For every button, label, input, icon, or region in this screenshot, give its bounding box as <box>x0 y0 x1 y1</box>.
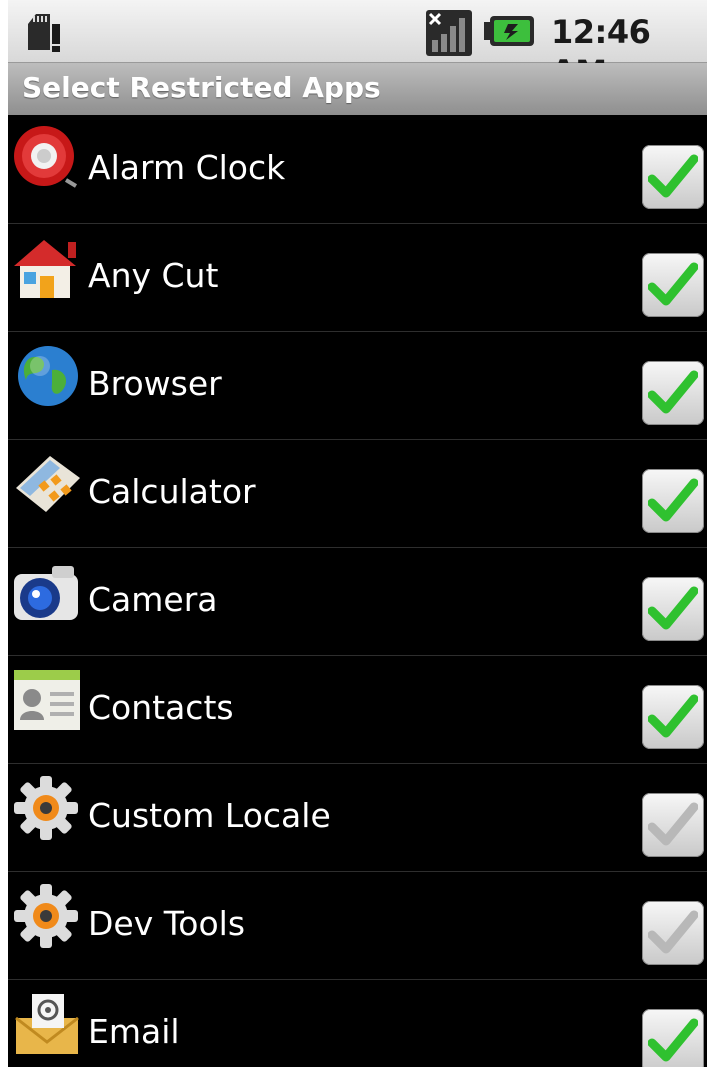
list-item-contacts[interactable]: Contacts <box>8 656 707 764</box>
camera-icon <box>14 566 78 620</box>
list-item-dev-tools[interactable]: Dev Tools <box>8 872 707 980</box>
app-label: Camera <box>88 580 218 619</box>
checkmark-icon <box>648 1018 698 1062</box>
gear-icon <box>14 776 78 840</box>
browser-checkbox[interactable] <box>642 361 704 425</box>
email-icon <box>15 994 79 1054</box>
list-item-any-cut[interactable]: Any Cut <box>8 224 707 332</box>
list-item-browser[interactable]: Browser <box>8 332 707 440</box>
signal-no-service-icon <box>426 10 472 56</box>
app-label: Alarm Clock <box>88 148 286 187</box>
checkmark-icon <box>648 586 698 630</box>
checkmark-icon <box>648 802 698 846</box>
alarm-clock-icon <box>14 126 78 188</box>
battery-charging-icon <box>484 16 534 46</box>
app-label: Email <box>88 1012 180 1051</box>
app-label: Browser <box>88 364 222 403</box>
app-label: Calculator <box>88 472 256 511</box>
list-item-email[interactable]: Email <box>8 980 707 1067</box>
list-item-alarm-clock[interactable]: Alarm Clock <box>8 116 707 224</box>
gear-icon <box>14 884 78 948</box>
device-screen: 12:46 AM Select Restricted Apps Alarm Cl… <box>8 0 707 1067</box>
list-item-camera[interactable]: Camera <box>8 548 707 656</box>
list-item-calculator[interactable]: Calculator <box>8 440 707 548</box>
checkmark-icon <box>648 154 698 198</box>
checkmark-icon <box>648 478 698 522</box>
status-bar: 12:46 AM <box>8 0 707 91</box>
camera-checkbox[interactable] <box>642 577 704 641</box>
dev-tools-checkbox <box>642 901 704 965</box>
email-checkbox[interactable] <box>642 1009 704 1067</box>
title-bar: Select Restricted Apps <box>8 63 707 115</box>
browser-globe-icon <box>18 346 78 406</box>
contacts-icon <box>14 670 80 730</box>
app-label: Dev Tools <box>88 904 246 943</box>
contacts-checkbox[interactable] <box>642 685 704 749</box>
checkmark-icon <box>648 910 698 954</box>
alarm-clock-checkbox[interactable] <box>642 145 704 209</box>
checkmark-icon <box>648 262 698 306</box>
any-cut-checkbox[interactable] <box>642 253 704 317</box>
app-label: Contacts <box>88 688 234 727</box>
any-cut-icon <box>14 240 76 298</box>
calculator-checkbox[interactable] <box>642 469 704 533</box>
calculator-icon <box>16 456 80 512</box>
app-label: Any Cut <box>88 256 219 295</box>
sd-card-warning-icon <box>28 14 60 52</box>
app-label: Custom Locale <box>88 796 331 835</box>
checkmark-icon <box>648 370 698 414</box>
list-item-custom-locale[interactable]: Custom Locale <box>8 764 707 872</box>
custom-locale-checkbox <box>642 793 704 857</box>
app-list: Alarm Clock Any Cut Browser Calculator C… <box>8 116 707 1067</box>
page-title: Select Restricted Apps <box>22 71 381 104</box>
checkmark-icon <box>648 694 698 738</box>
